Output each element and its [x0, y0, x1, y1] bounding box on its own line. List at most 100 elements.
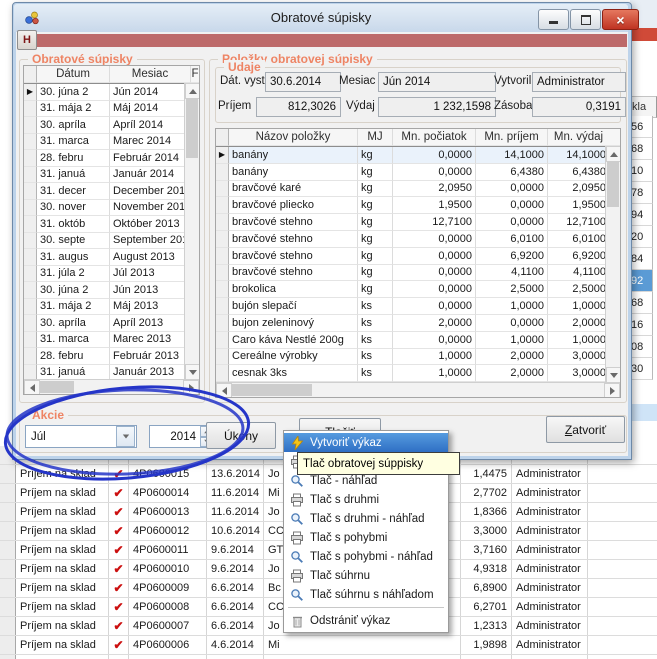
row-selector[interactable] [216, 332, 229, 349]
items-header-vydaj[interactable]: Mn. výdaj [548, 129, 620, 146]
left-table-row[interactable]: 30. júna 2Jún 20131 [24, 282, 199, 299]
items-table-row[interactable]: ▶banánykg0,000014,100014,1000 [216, 147, 620, 164]
items-table-row[interactable]: cesnak 3ksks1,00002,00003,0000 [216, 365, 620, 382]
menu-item-vytvori-v-kaz[interactable]: Vytvoriť výkaz [284, 433, 448, 452]
row-selector[interactable] [24, 266, 37, 283]
items-header-prijem[interactable]: Mn. príjem [476, 129, 548, 146]
left-table-row[interactable]: 31. decerDecember 20139 [24, 183, 199, 200]
left-table-hscrollbar[interactable] [24, 379, 199, 394]
row-selector[interactable] [0, 560, 16, 578]
items-table-row[interactable]: bravčové stehnokg12,71000,000012,7100 [216, 214, 620, 231]
menu-item-odstr-ni-v-kaz[interactable]: Odstrániť výkaz [284, 611, 448, 630]
background-table-row[interactable]: Príjem na sklad✔4P06000064.6.2014Mi1,989… [0, 636, 657, 655]
current-row-marker[interactable]: ▶ [216, 147, 229, 164]
scroll-thumb[interactable] [232, 384, 312, 396]
row-selector[interactable] [24, 200, 37, 217]
row-selector[interactable] [0, 503, 16, 521]
row-selector[interactable] [216, 248, 229, 265]
chevron-down-icon[interactable] [116, 426, 135, 447]
row-selector[interactable] [24, 332, 37, 349]
close-button[interactable]: × [602, 9, 639, 30]
menu-item-tla-s-hrnu[interactable]: Tlač súhrnu [284, 566, 448, 585]
row-selector[interactable] [0, 636, 16, 654]
scroll-right-icon[interactable] [183, 380, 199, 395]
month-combobox[interactable]: Júl [25, 425, 137, 448]
scroll-left-icon[interactable] [216, 383, 232, 398]
row-selector[interactable] [24, 101, 37, 118]
row-selector[interactable] [216, 181, 229, 198]
row-selector[interactable] [0, 617, 16, 635]
row-selector[interactable] [24, 134, 37, 151]
row-selector[interactable] [0, 598, 16, 616]
row-selector[interactable] [24, 216, 37, 233]
scroll-down-icon[interactable] [606, 367, 621, 383]
row-selector[interactable] [24, 315, 37, 332]
row-selector[interactable] [24, 150, 37, 167]
row-selector[interactable] [0, 655, 16, 659]
items-table[interactable]: Názov položky MJ Mn. počiatok Mn. príjem… [215, 128, 621, 398]
left-table-row[interactable]: 31. marcaMarec 20130 [24, 332, 199, 349]
maximize-button[interactable] [570, 9, 601, 30]
row-selector[interactable] [24, 233, 37, 250]
row-selector[interactable] [24, 348, 37, 365]
row-selector[interactable] [0, 522, 16, 540]
menu-item-tla-s-pohybmi-n-h-ad[interactable]: Tlač s pohybmi - náhľad [284, 547, 448, 566]
left-table-row[interactable]: 31. mája 2Máj 20143 [24, 101, 199, 118]
scroll-thumb[interactable] [186, 98, 198, 158]
items-table-row[interactable]: Caro káva Nestlé 200gks0,00001,00001,000… [216, 332, 620, 349]
left-table-row[interactable]: 31. mája 2Máj 20133 [24, 299, 199, 316]
row-selector[interactable] [216, 265, 229, 282]
minimize-button[interactable] [538, 9, 569, 30]
scroll-up-icon[interactable] [606, 146, 621, 162]
items-header-nazov[interactable]: Názov položky [229, 129, 358, 146]
row-selector[interactable] [0, 541, 16, 559]
left-table-row[interactable]: 30. septeSeptember 20139 [24, 233, 199, 250]
row-selector[interactable] [24, 183, 37, 200]
row-selector[interactable] [0, 579, 16, 597]
row-selector[interactable] [216, 315, 229, 332]
items-table-row[interactable]: bujon zeleninovýks2,00000,00002,0000 [216, 315, 620, 332]
scroll-right-icon[interactable] [604, 383, 620, 398]
zatvorit-button[interactable]: Zatvoriť [546, 416, 625, 443]
items-table-row[interactable]: banánykg0,00006,43806,4380 [216, 164, 620, 181]
row-selector[interactable] [216, 349, 229, 366]
row-selector[interactable] [0, 484, 16, 502]
scroll-up-icon[interactable] [185, 83, 200, 99]
menu-item-tla-s-pohybmi[interactable]: Tlač s pohybmi [284, 528, 448, 547]
row-selector[interactable] [216, 164, 229, 181]
items-table-row[interactable]: Cereálne výrobkyks1,00002,00003,0000 [216, 349, 620, 366]
background-table-row[interactable]: Príjem na sklad✔4P06000054.6.2014GTN s.r… [0, 655, 657, 659]
items-header-pociatok[interactable]: Mn. počiatok [393, 129, 476, 146]
left-table-row[interactable]: 31. marcaMarec 20146 [24, 134, 199, 151]
row-selector[interactable] [24, 249, 37, 266]
current-row-marker[interactable]: ▶ [24, 84, 37, 101]
items-table-row[interactable]: bravčové stehnokg0,00006,92006,9200 [216, 248, 620, 265]
menu-item-tla-s-druhmi-n-h-ad[interactable]: Tlač s druhmi - náhľad [284, 509, 448, 528]
ukony-button[interactable]: Úkony [206, 422, 276, 449]
h-button[interactable]: H [17, 30, 37, 50]
left-table-row[interactable]: 28. februFebruár 20131 [24, 348, 199, 365]
left-table-row[interactable]: 31. augusAugust 20130 [24, 249, 199, 266]
left-table-row[interactable]: 31. októbOktóber 20131 [24, 216, 199, 233]
items-table-row[interactable]: bujón slepačíks0,00001,00001,0000 [216, 298, 620, 315]
items-table-row[interactable]: bravčové stehnokg0,00004,11004,1100 [216, 265, 620, 282]
dialog-titlebar[interactable]: Obratové súpisky × [14, 4, 628, 32]
menu-item-tla-s-druhmi[interactable]: Tlač s druhmi [284, 490, 448, 509]
left-table-row[interactable]: 30. aprílaApríl 20145 [24, 117, 199, 134]
left-table-row[interactable]: 28. februFebruár 20147 [24, 150, 199, 167]
row-selector[interactable] [24, 167, 37, 184]
row-selector[interactable] [216, 365, 229, 382]
menu-item-tla-s-hrnu-s-n-h-adom[interactable]: Tlač súhrnu s náhľadom [284, 585, 448, 604]
left-table-row[interactable]: ▶30. júna 2Jún 20146 [24, 84, 199, 101]
items-table-row[interactable]: bravčové karékg2,09500,00002,0950 [216, 181, 620, 198]
row-selector[interactable] [216, 298, 229, 315]
scroll-thumb[interactable] [40, 381, 74, 393]
row-selector[interactable] [24, 117, 37, 134]
items-table-row[interactable]: brokolicakg0,00002,50002,5000 [216, 281, 620, 298]
left-months-table[interactable]: Dátum Mesiac F ▶30. júna 2Jún 2014631. m… [23, 65, 200, 395]
left-header-f[interactable]: F [191, 66, 199, 83]
left-table-row[interactable]: 30. aprílaApríl 20131 [24, 315, 199, 332]
scroll-thumb[interactable] [607, 161, 619, 207]
items-header-mj[interactable]: MJ [358, 129, 393, 146]
left-header-mesiac[interactable]: Mesiac [110, 66, 191, 83]
